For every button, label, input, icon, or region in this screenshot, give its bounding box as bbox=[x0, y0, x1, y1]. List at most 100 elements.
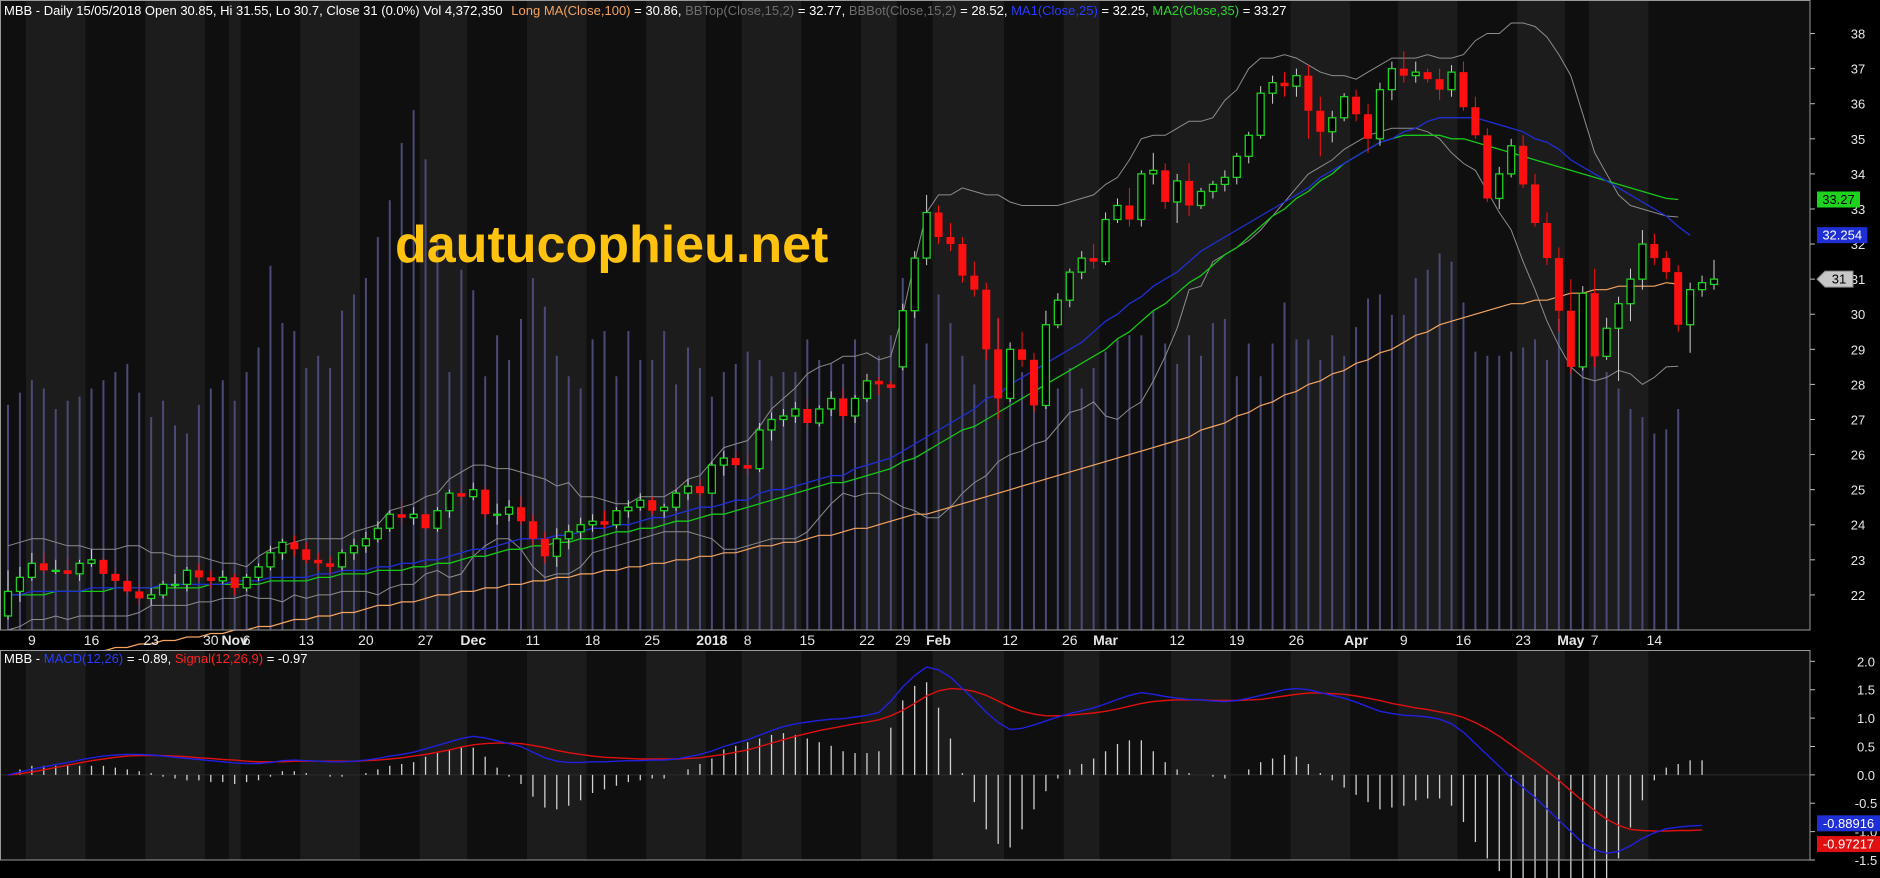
x-tick-label: 23 bbox=[143, 632, 159, 648]
x-tick-label: Apr bbox=[1344, 632, 1369, 648]
price-y-tick-label: 24 bbox=[1851, 518, 1865, 533]
candle[interactable] bbox=[982, 282, 991, 360]
price-y-tick-label: 36 bbox=[1851, 97, 1865, 112]
candle[interactable] bbox=[1101, 212, 1110, 266]
candle-body bbox=[1495, 173, 1504, 200]
candle[interactable] bbox=[671, 489, 681, 511]
x-tick-label: Dec bbox=[460, 632, 486, 648]
candle[interactable] bbox=[612, 507, 621, 529]
candle[interactable] bbox=[1674, 265, 1683, 332]
candle-body bbox=[492, 513, 502, 516]
x-tick-label: 23 bbox=[1515, 632, 1531, 648]
candle-body bbox=[111, 573, 120, 581]
candle-body bbox=[731, 458, 740, 466]
candle[interactable] bbox=[385, 510, 394, 532]
candle-body bbox=[385, 513, 394, 529]
candle[interactable] bbox=[481, 486, 490, 518]
candle-body bbox=[1065, 271, 1074, 301]
macd-legend: MBB - MACD(12,26) = -0.89, Signal(12,26,… bbox=[4, 651, 308, 666]
candle-body bbox=[349, 545, 359, 554]
candle[interactable] bbox=[1005, 342, 1015, 402]
candle[interactable] bbox=[1578, 286, 1587, 371]
candle[interactable] bbox=[1029, 352, 1038, 413]
candle[interactable] bbox=[433, 507, 442, 532]
candle-body bbox=[1399, 68, 1408, 76]
candle[interactable] bbox=[755, 422, 764, 473]
candle-body bbox=[624, 506, 633, 512]
candle[interactable] bbox=[1340, 93, 1349, 122]
candle-body bbox=[1638, 243, 1647, 280]
macd-y-tick-label: 0.5 bbox=[1857, 739, 1875, 754]
week-band bbox=[1063, 650, 1100, 860]
candle-body bbox=[707, 464, 717, 494]
candle-body bbox=[683, 485, 693, 494]
week-band bbox=[932, 650, 1005, 860]
x-tick-label: May bbox=[1557, 632, 1584, 648]
signal-legend-label: Signal(12,26,9) bbox=[175, 651, 263, 666]
candle-body bbox=[910, 257, 919, 312]
stock-chart[interactable]: 22232425262728293031323334353637389 16 23 3… bbox=[0, 0, 1880, 878]
signal-value-tag: -0.97217 bbox=[1817, 836, 1880, 853]
x-tick-label: 30 bbox=[203, 632, 219, 648]
candle[interactable] bbox=[815, 405, 824, 427]
candle-body bbox=[457, 493, 466, 497]
candle-body bbox=[648, 500, 657, 511]
week-band bbox=[1517, 0, 1565, 630]
price-y-tick-label: 35 bbox=[1851, 132, 1865, 147]
close-value-tag: 31 bbox=[1816, 270, 1854, 288]
week-band bbox=[1171, 650, 1231, 860]
candle-body bbox=[278, 541, 287, 554]
macd-panel[interactable] bbox=[0, 650, 1810, 878]
candle-body bbox=[337, 552, 347, 568]
candle-body bbox=[1566, 310, 1575, 367]
candle-body bbox=[612, 510, 621, 526]
candle[interactable] bbox=[910, 251, 919, 318]
candle-body bbox=[588, 520, 597, 526]
price-y-tick-label: 23 bbox=[1851, 553, 1865, 568]
candle-body bbox=[1316, 110, 1325, 132]
long-ma-legend-value: = 30.86, bbox=[634, 3, 685, 18]
candle-body bbox=[99, 559, 108, 574]
candle-body bbox=[1364, 114, 1373, 139]
candle-body bbox=[433, 510, 442, 529]
candle-body bbox=[874, 380, 883, 385]
price-y-tick-label: 22 bbox=[1851, 588, 1865, 603]
candle-body bbox=[1089, 258, 1098, 262]
candle[interactable] bbox=[1196, 187, 1206, 209]
candle[interactable] bbox=[1137, 170, 1146, 227]
candle-body bbox=[469, 489, 478, 498]
x-tick-label: 18 bbox=[585, 632, 601, 648]
candle-body bbox=[1542, 223, 1551, 259]
candle-body bbox=[803, 408, 812, 423]
candle[interactable] bbox=[707, 461, 717, 494]
candle[interactable] bbox=[898, 303, 907, 371]
candle[interactable] bbox=[1375, 82, 1385, 146]
candle-body bbox=[1208, 183, 1218, 193]
candle-body bbox=[51, 569, 60, 573]
long-ma-legend: Long MA(Close,100) bbox=[511, 3, 630, 18]
candle[interactable] bbox=[1041, 310, 1051, 409]
candle[interactable] bbox=[1483, 128, 1492, 202]
candle-body bbox=[791, 408, 800, 417]
candle-body bbox=[779, 415, 788, 421]
x-tick-label: 26 bbox=[1062, 632, 1078, 648]
price-y-tick-label: 27 bbox=[1851, 412, 1865, 427]
macd-y-tick-label: 1.5 bbox=[1857, 683, 1875, 698]
macd-legend-prefix: MBB - bbox=[4, 651, 44, 666]
x-tick-label: 20 bbox=[358, 632, 374, 648]
candle[interactable] bbox=[337, 549, 347, 571]
candle-body bbox=[1507, 145, 1516, 175]
candle-body bbox=[1352, 96, 1361, 115]
price-y-tick-label: 37 bbox=[1851, 62, 1865, 77]
candle-body bbox=[695, 486, 704, 494]
macd-y-tick-label: -1.5 bbox=[1855, 853, 1877, 868]
ma2-legend: MA2(Close,35) bbox=[1152, 3, 1239, 18]
price-y-tick-label: 34 bbox=[1851, 167, 1865, 182]
week-band bbox=[1397, 650, 1458, 860]
price-y-tick-label: 28 bbox=[1851, 377, 1865, 392]
candle-body bbox=[1483, 135, 1492, 199]
macd-y-tick-label: 0.0 bbox=[1857, 768, 1875, 783]
x-tick-label: 14 bbox=[1647, 632, 1663, 648]
price-panel[interactable] bbox=[0, 0, 1810, 666]
candle[interactable] bbox=[1256, 86, 1265, 139]
